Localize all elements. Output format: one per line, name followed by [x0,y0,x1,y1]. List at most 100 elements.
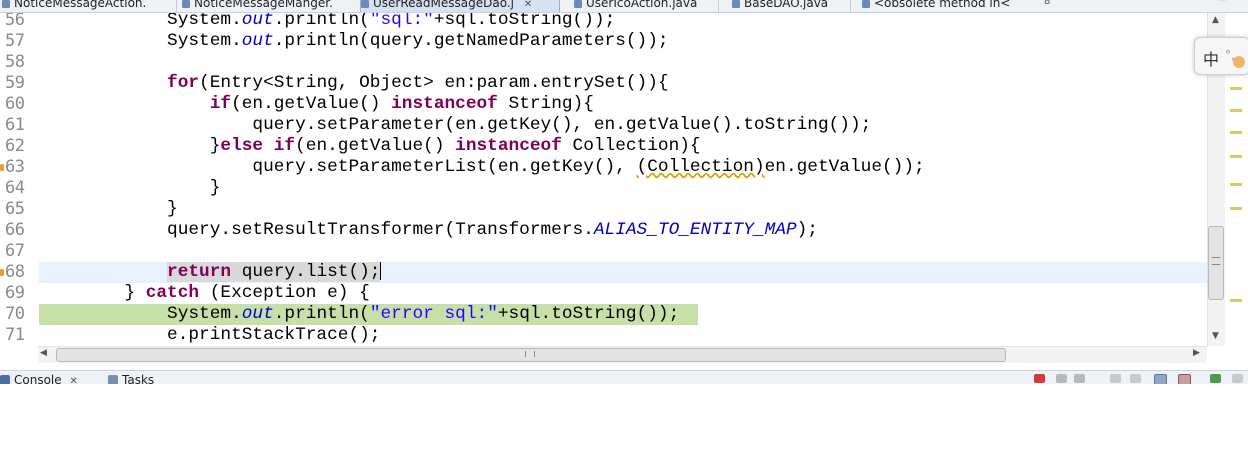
code-token: (Exception e) { [199,283,370,303]
code-line[interactable]: } [39,199,1207,220]
code-line[interactable]: System.out.println(query.getNamedParamet… [39,31,1207,52]
gutter-line: 71 [0,325,38,346]
java-file-icon [732,0,740,8]
code-line[interactable]: return query.list(); [39,262,1207,283]
tab-base-dao[interactable]: BaseDAO.java [732,0,828,12]
code-token: +sql.toString()); [497,304,680,324]
code-line[interactable]: e.printStackTrace(); [39,325,1207,346]
code-token: e.printStackTrace(); [39,325,381,345]
tab-user-ico-action[interactable]: UserIcoAction.java [574,0,697,12]
clear-console-icon[interactable] [1110,374,1121,383]
occurrence-marker-icon [0,164,4,171]
tab-obsolete-method[interactable]: <obsolete method in< [862,0,1010,12]
code-token: en.getValue()); [764,157,925,177]
code-editor[interactable]: 56 57 58 59 60 61 62 63 64 65 66 67 68 69 70 71 System.… [0,13,1224,346]
code-token: .println(query.getNamedParameters()); [273,31,669,51]
code-token: query.list(); [231,262,381,282]
scroll-lock-icon[interactable] [1130,374,1141,383]
gutter-line: 69 [0,283,38,304]
remove-launch-icon[interactable] [1056,374,1067,383]
ruler-mark[interactable] [1230,131,1242,134]
code-token: catch [145,283,200,303]
close-icon[interactable]: ✕ [69,376,77,384]
ime-mode-label[interactable]: 中 [1203,46,1219,70]
tab-console[interactable]: Console ✕ [0,373,78,384]
scroll-right-icon[interactable]: ▶ [1193,348,1200,358]
code-token: .println( [273,304,370,324]
tab-label: BaseDAO.java [744,0,829,10]
line-number: 62 [5,136,25,156]
show-console-icon[interactable] [1178,374,1191,384]
code-token: System. [39,13,242,30]
code-line[interactable]: query.setParameter(en.getKey(), en.getVa… [39,115,1207,136]
gutter-line: 62 [0,136,38,157]
vertical-scroll-thumb[interactable] [1208,226,1224,300]
code-token: out [241,31,274,51]
tab-label: UserIcoAction.java [586,0,698,10]
line-number: 66 [5,220,25,240]
scroll-down-icon[interactable]: ▼ [1212,331,1219,341]
java-file-icon [2,0,10,8]
remove-all-icon[interactable] [1074,374,1085,383]
line-number: 68 [5,262,25,282]
code-line[interactable] [39,241,1207,262]
open-console-icon[interactable] [1210,374,1221,383]
gutter-line: 61 [0,115,38,136]
code-line[interactable]: } catch (Exception e) { [39,283,1207,304]
ruler-mark[interactable] [1230,155,1242,158]
ruler-mark[interactable] [1230,207,1242,210]
code-line[interactable]: if(en.getValue() instanceof String){ [39,94,1207,115]
gutter-line: 56 [0,13,38,31]
code-token: String){ [497,94,594,114]
gutter-line: 63 [0,157,38,178]
tab-user-read-message-dao[interactable]: UserReadMessageDao.j ✕ [360,0,560,12]
ime-toolbar[interactable]: 中 °, [1194,37,1248,75]
tab-tasks[interactable]: Tasks [108,373,154,384]
code-token: ALIAS_TO_ENTITY_MAP [593,220,797,240]
gutter-line: 68 [0,262,38,283]
tab-label: Tasks [122,373,155,384]
line-number: 58 [5,52,25,72]
tab-overflow-count[interactable]: 8 [1044,0,1050,7]
minimize-icon[interactable]: ▔ [1218,0,1232,11]
code-line[interactable]: for(Entry<String, Object> en:param.entry… [39,73,1207,94]
terminate-icon[interactable] [1034,374,1045,383]
line-number: 64 [5,178,25,198]
scroll-up-icon[interactable]: ▲ [1212,15,1219,25]
close-icon[interactable]: ✕ [524,0,532,10]
line-number: 63 [5,157,25,177]
tab-notice-message-manger[interactable]: NoticeMessageManger. [182,0,333,12]
ruler-mark[interactable] [1230,183,1242,186]
java-file-icon [574,0,582,8]
code-line[interactable]: System.out.println("sql:"+sql.toString()… [39,13,1207,31]
tab-label: <obsolete method in< [874,0,1011,10]
gutter-line: 70 [0,304,38,325]
horizontal-scroll-thumb[interactable] [56,348,1006,362]
scroll-left-icon[interactable]: ◀ [40,348,47,358]
code-token: query.setParameterList(en.getKey(), [39,157,637,177]
code-line[interactable]: query.setResultTransformer(Transformers.… [39,220,1207,241]
code-line[interactable] [39,52,1207,73]
tab-notice-message-action[interactable]: NoticeMessageAction. [2,0,146,12]
ime-skin-icon[interactable] [1233,56,1245,68]
code-line[interactable]: } [39,178,1207,199]
code-token: if [273,136,296,156]
ruler-mark[interactable] [1230,299,1242,302]
editor-tab-bar: NoticeMessageAction. NoticeMessageManger… [0,0,1248,13]
tab-label: Console [14,373,62,384]
console-content [0,384,1248,460]
code-area[interactable]: System.out.println("sql:"+sql.toString()… [39,13,1207,346]
line-number: 65 [5,199,25,219]
ruler-mark[interactable] [1230,109,1242,112]
ruler-mark[interactable] [1230,87,1242,90]
code-line[interactable]: System.out.println("error sql:"+sql.toSt… [39,304,1207,325]
line-number: 56 [5,13,25,30]
code-token: out [241,304,274,324]
pin-console-icon[interactable] [1154,374,1167,384]
code-line[interactable]: }else if(en.getValue() instanceof Collec… [39,136,1207,157]
code-line[interactable]: query.setParameterList(en.getKey(), (Col… [39,157,1207,178]
code-token: for [167,73,200,93]
view-menu-icon[interactable] [1232,374,1243,383]
